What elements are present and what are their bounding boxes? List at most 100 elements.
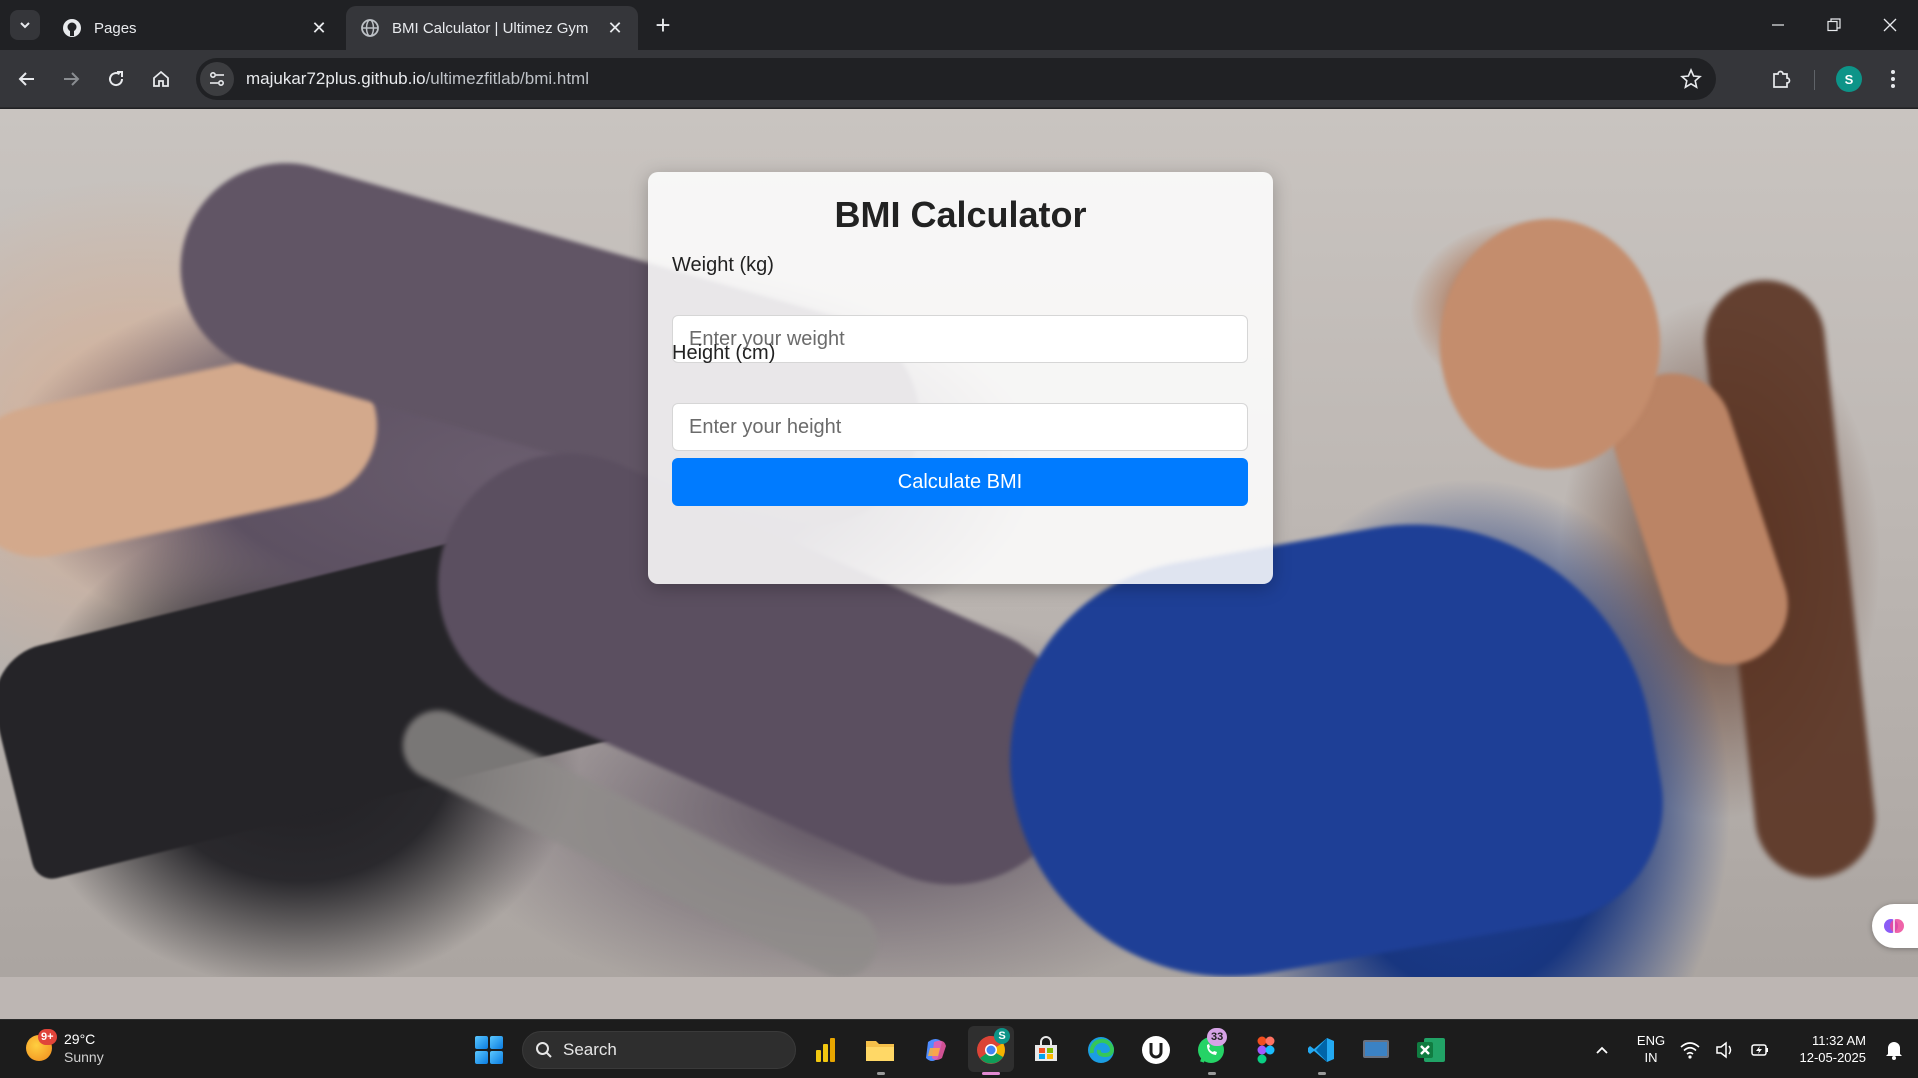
url-path: /ultimezfitlab/bmi.html [425,69,589,88]
weather-condition: Sunny [64,1049,104,1065]
whatsapp-badge: 33 [1207,1028,1228,1046]
volume-icon [1716,1041,1732,1059]
home-button[interactable] [146,64,176,94]
address-bar[interactable]: majukar72plus.github.io/ultimezfitlab/bm… [196,58,1716,100]
calculate-bmi-button[interactable]: Calculate BMI [672,458,1248,506]
extensions-button[interactable] [1766,64,1796,94]
date: 12-05-2025 [1799,1050,1867,1065]
folder-icon [866,1041,894,1061]
reload-button[interactable] [101,64,131,94]
language-code: ENG [1636,1033,1666,1048]
screen-app[interactable] [1360,1034,1392,1066]
height-label: Height (cm) [672,342,776,364]
page-viewport: BMI Calculator Weight (kg) Height (cm) C… [0,109,1918,1019]
url-host: majukar72plus.github.io [246,69,426,88]
windows-taskbar: 9+ 29°C Sunny Search S 33 ENG IN 11:32 A… [0,1019,1918,1078]
temperature: 29°C [64,1031,96,1047]
toolbar-divider [1814,70,1815,90]
browser-menu-button[interactable] [1878,64,1908,94]
weather-widget[interactable]: 9+ 29°C Sunny [26,1029,104,1066]
chevron-up-icon [1596,1046,1608,1054]
figma-icon [1257,1036,1275,1064]
minimize-icon [1772,24,1784,26]
close-tab-icon[interactable]: ✕ [308,17,330,39]
running-indicator [982,1072,1000,1075]
arrow-right-icon [64,72,80,86]
bookmark-star-icon[interactable] [1680,68,1702,90]
browser-toolbar: majukar72plus.github.io/ultimezfitlab/bm… [0,50,1918,108]
search-label: Search [563,1040,617,1059]
edge-app[interactable] [1085,1034,1117,1066]
notifications-button[interactable] [1878,1034,1910,1066]
home-icon [153,70,169,87]
edge-icon [1088,1037,1115,1063]
back-button[interactable] [12,64,42,94]
close-tab-icon[interactable]: ✕ [604,17,626,39]
forward-button[interactable] [56,64,86,94]
figma-app[interactable] [1250,1034,1282,1066]
windows-logo-tile [475,1036,488,1049]
region-code: IN [1644,1050,1658,1065]
weather-text: 29°C Sunny [64,1030,104,1066]
bg-shape [0,977,1918,1019]
vscode-app[interactable] [1305,1034,1337,1066]
chevron-down-icon [20,22,30,29]
tune-icon [209,71,225,87]
github-icon [63,19,81,37]
notification-badge: 9+ [38,1029,57,1045]
time: 11:32 AM [1812,1033,1866,1048]
monitor-icon [1363,1040,1389,1058]
file-explorer-app[interactable] [864,1034,896,1066]
puzzle-icon [1773,70,1791,88]
tab-pages[interactable]: Pages ✕ [48,6,342,50]
copilot-app[interactable] [920,1034,952,1066]
wifi-icon [1680,1042,1700,1059]
height-input[interactable] [672,403,1248,451]
new-tab-button[interactable]: + [650,12,676,38]
vscode-icon [1308,1038,1334,1062]
more-vert-icon [1891,70,1895,88]
tab-search-button[interactable] [10,10,40,40]
show-hidden-icons-button[interactable] [1586,1034,1618,1066]
bmi-calculator-card: BMI Calculator Weight (kg) Height (cm) C… [648,172,1273,584]
power-bi-app[interactable] [810,1034,842,1066]
bg-shape [1440,219,1660,469]
floating-extension-button[interactable] [1872,904,1918,948]
u-logo-icon [1142,1036,1170,1064]
weight-label: Weight (kg) [672,254,774,276]
restore-button[interactable] [1806,0,1862,50]
system-clock[interactable]: 11:32 AM 12-05-2025 [1784,1032,1867,1066]
excel-icon [1417,1038,1445,1062]
chrome-profile-badge: S [994,1028,1010,1044]
start-button[interactable] [475,1036,503,1064]
minimize-button[interactable] [1750,0,1806,50]
windows-logo-tile [490,1051,503,1064]
unstop-app[interactable] [1140,1034,1172,1066]
tab-title: BMI Calculator | Ultimez Gym [392,19,589,37]
restore-icon [1827,18,1841,32]
taskbar-search[interactable]: Search [522,1031,796,1069]
close-icon [1883,18,1897,32]
tab-bmi-calculator[interactable]: BMI Calculator | Ultimez Gym ✕ [346,6,638,50]
copilot-icon [926,1039,946,1061]
microsoft-store-app[interactable] [1030,1034,1062,1066]
brain-icon [1884,919,1904,933]
url-text[interactable]: majukar72plus.github.io/ultimezfitlab/bm… [246,69,589,89]
running-indicator [1208,1072,1216,1075]
profile-avatar[interactable]: S [1836,66,1862,92]
arrow-left-icon [18,72,34,86]
running-indicator [877,1072,885,1075]
search-icon [536,1042,552,1058]
page-title: BMI Calculator [834,194,1087,235]
running-indicator [1318,1072,1326,1075]
close-window-button[interactable] [1862,0,1918,50]
globe-icon [361,19,379,37]
site-info-button[interactable] [200,62,234,96]
quick-settings-button[interactable] [1680,1034,1770,1066]
browser-tab-bar: Pages ✕ BMI Calculator | Ultimez Gym ✕ + [0,0,1918,50]
excel-app[interactable] [1415,1034,1447,1066]
windows-logo-tile [475,1051,488,1064]
language-indicator[interactable]: ENG IN [1636,1032,1666,1066]
tab-title: Pages [94,19,137,37]
store-icon [1035,1036,1057,1061]
